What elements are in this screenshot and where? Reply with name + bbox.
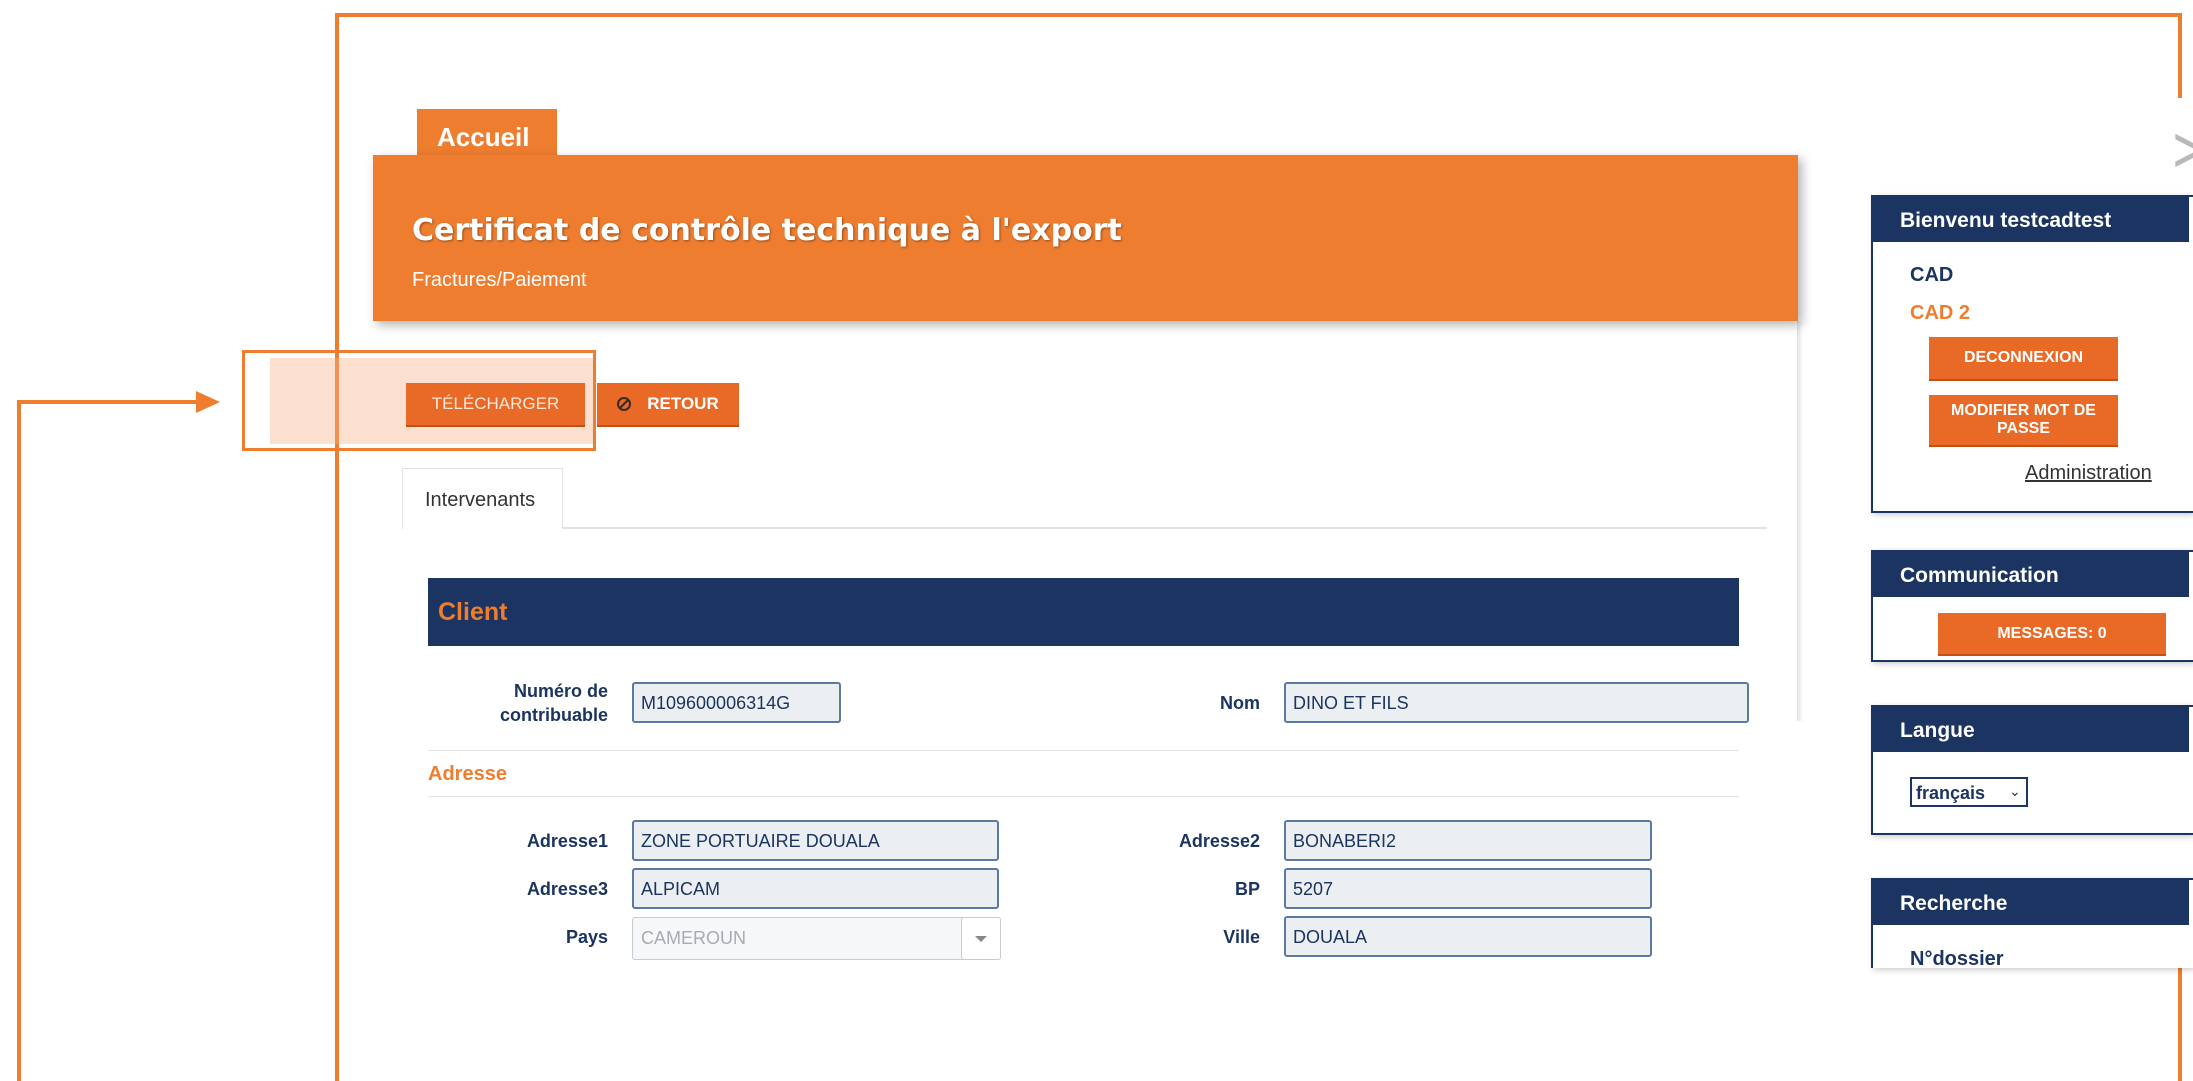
ban-icon bbox=[617, 397, 632, 411]
communication-title: Communication bbox=[1873, 552, 2189, 597]
tab-bar bbox=[402, 527, 1767, 529]
callout-frame-top bbox=[335, 13, 2180, 17]
callout-line bbox=[17, 400, 21, 1081]
name-field[interactable]: DINO ET FILS bbox=[1284, 682, 1749, 723]
contrib-label: Numéro de contribuable bbox=[499, 681, 608, 725]
contrib-field[interactable]: M109600006314G bbox=[632, 682, 841, 723]
chevron-down-icon: ⌄ bbox=[2009, 783, 2021, 799]
bp-label: BP bbox=[1234, 879, 1260, 899]
page-title: Certificat de contrôle technique à l'exp… bbox=[412, 213, 1122, 248]
callout-arrow-icon bbox=[196, 391, 220, 413]
highlight-box bbox=[242, 350, 596, 451]
language-title: Langue bbox=[1873, 707, 2189, 752]
client-section-title: Client bbox=[438, 598, 508, 626]
page-subtitle: Fractures/Paiement bbox=[412, 269, 587, 291]
country-select[interactable]: CAMEROUN bbox=[632, 917, 1001, 960]
language-panel: Langue français ⌄ bbox=[1871, 705, 2193, 835]
page-header: Certificat de contrôle technique à l'exp… bbox=[373, 155, 1798, 321]
messages-button[interactable]: MESSAGES: 0 bbox=[1938, 613, 2166, 656]
name-label: Nom bbox=[1220, 693, 1260, 713]
welcome-title: Bienvenu testcadtest bbox=[1873, 197, 2189, 242]
back-button-label: RETOUR bbox=[647, 394, 719, 413]
logout-button[interactable]: DECONNEXION bbox=[1929, 337, 2118, 381]
chevron-right-icon[interactable]: > bbox=[2171, 118, 2193, 180]
role-cad2[interactable]: CAD 2 bbox=[1910, 302, 1970, 325]
client-section-header: Client bbox=[428, 578, 1739, 646]
divider bbox=[428, 796, 1739, 797]
country-label: Pays bbox=[565, 927, 608, 947]
bp-field[interactable]: 5207 bbox=[1284, 868, 1652, 909]
language-select-value: français bbox=[1916, 783, 1986, 803]
welcome-panel: Bienvenu testcadtest CAD CAD 2 DECONNEXI… bbox=[1871, 195, 2193, 513]
role-cad[interactable]: CAD bbox=[1910, 264, 1953, 287]
communication-panel: Communication MESSAGES: 0 bbox=[1871, 550, 2193, 662]
tab-home[interactable]: Accueil bbox=[417, 109, 557, 156]
adresse1-label: Adresse1 bbox=[526, 831, 608, 851]
search-panel: Recherche N°dossier bbox=[1871, 878, 2193, 970]
content-shadow bbox=[1797, 321, 1803, 721]
callout-frame-right-bottom bbox=[2178, 968, 2182, 1081]
back-button[interactable]: RETOUR bbox=[597, 383, 739, 427]
change-password-button[interactable]: MODIFIER MOT DE PASSE bbox=[1929, 395, 2118, 447]
city-field[interactable]: DOUALA bbox=[1284, 916, 1652, 957]
country-select-value: CAMEROUN bbox=[641, 928, 747, 948]
adresse1-field[interactable]: ZONE PORTUAIRE DOUALA bbox=[632, 820, 999, 861]
admin-link[interactable]: Administration bbox=[2025, 462, 2152, 485]
adresse2-label: Adresse2 bbox=[1178, 831, 1260, 851]
dossier-label: N°dossier bbox=[1910, 948, 2004, 970]
city-label: Ville bbox=[1223, 927, 1260, 947]
adresse3-label: Adresse3 bbox=[526, 879, 608, 899]
callout-frame-right bbox=[2178, 13, 2182, 98]
language-select[interactable]: français ⌄ bbox=[1910, 777, 2028, 807]
search-title: Recherche bbox=[1873, 880, 2189, 925]
callout-frame-left bbox=[335, 13, 339, 1081]
tab-intervenants[interactable]: Intervenants bbox=[402, 468, 563, 529]
chevron-down-icon[interactable] bbox=[961, 917, 1001, 960]
divider bbox=[428, 750, 1739, 751]
adresse2-field[interactable]: BONABERI2 bbox=[1284, 820, 1652, 861]
callout-line-horizontal bbox=[17, 400, 197, 404]
adresse3-field[interactable]: ALPICAM bbox=[632, 868, 999, 909]
address-section-title: Adresse bbox=[428, 763, 507, 785]
